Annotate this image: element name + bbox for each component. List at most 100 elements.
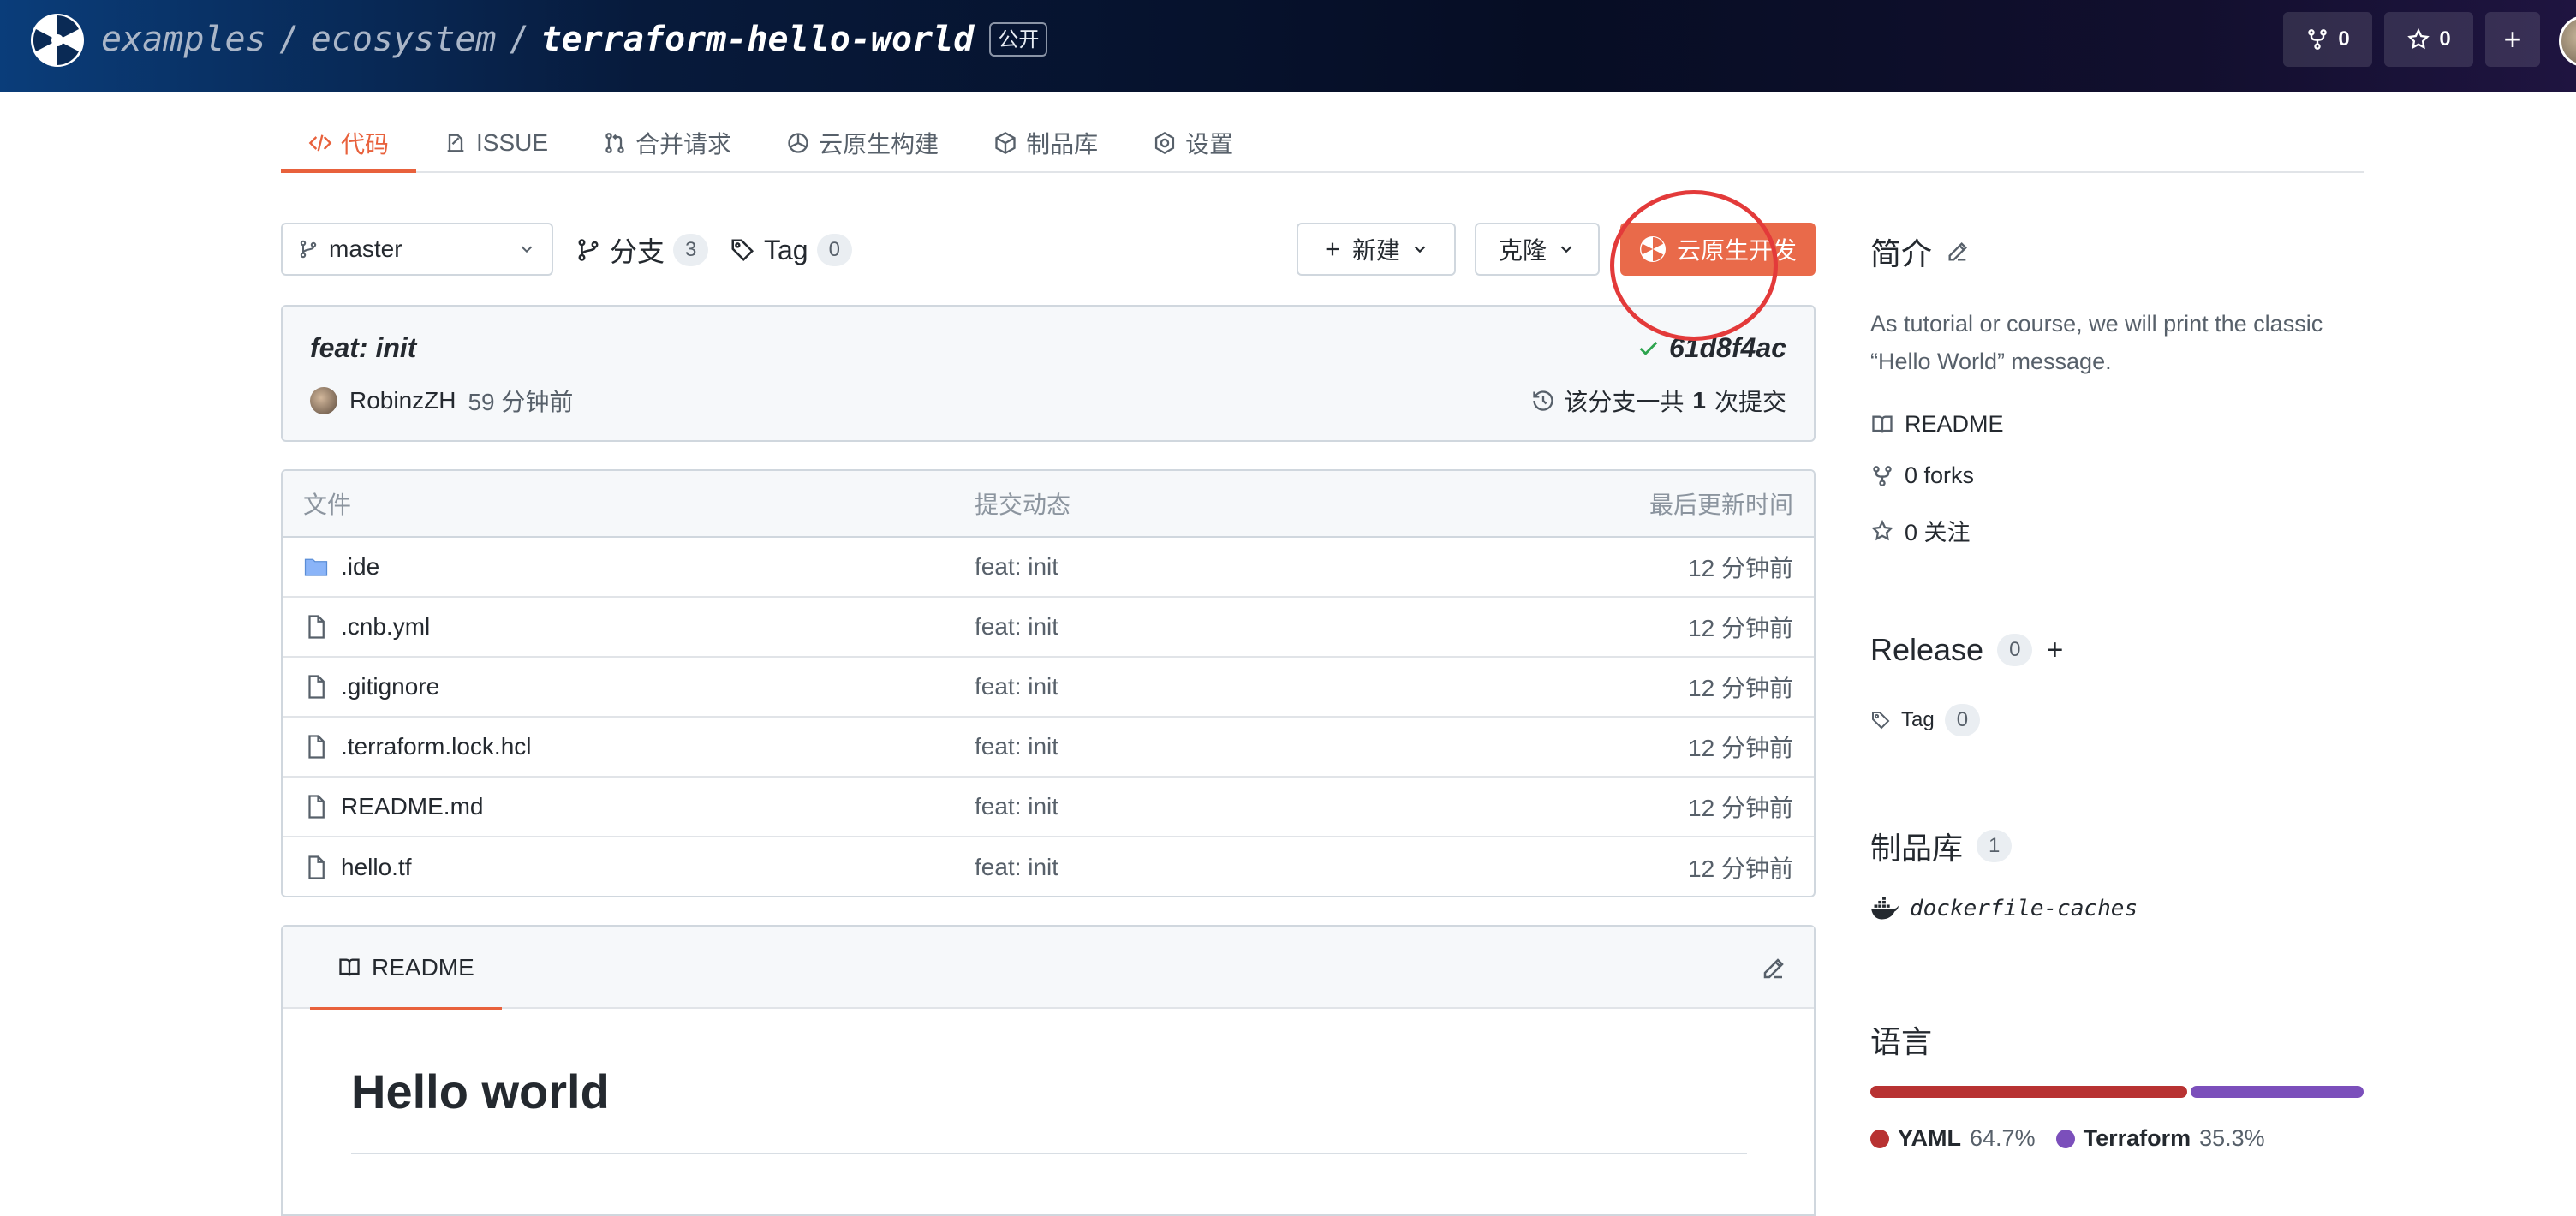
chevron-down-icon [1414, 246, 1426, 253]
file-name-cell[interactable]: .ide [303, 538, 379, 596]
breadcrumb-org[interactable]: examples [101, 20, 266, 59]
star-count: 0 [2439, 27, 2451, 51]
chevron-down-icon [521, 246, 533, 253]
build-icon [788, 133, 808, 153]
sidebar-tags-link[interactable]: Tag 0 [1870, 704, 1981, 736]
file-name: hello.tf [341, 854, 412, 880]
commit-title[interactable]: feat: init [310, 332, 416, 364]
commit-author[interactable]: RobinzZH [349, 387, 456, 414]
forks-link[interactable]: 0 forks [1870, 462, 1974, 489]
packages-title[interactable]: 制品库 [1870, 824, 1963, 868]
file-icon [308, 795, 325, 819]
cnb-logo-icon[interactable] [29, 12, 86, 69]
tab-settings[interactable]: 设置 [1125, 115, 1261, 171]
commit-message[interactable]: feat: init [975, 778, 1058, 836]
book-icon [1872, 415, 1893, 433]
tab-label: ISSUE [476, 129, 549, 156]
edit-icon[interactable] [1946, 240, 1970, 264]
file-name: README.md [341, 793, 484, 820]
commit-message[interactable]: feat: init [975, 837, 1058, 896]
table-header: 文件 提交动态 最后更新时间 [283, 471, 1814, 538]
tags-link[interactable]: Tag 0 [730, 224, 852, 276]
column-header-file: 文件 [303, 492, 352, 518]
sidebar-tag-label: Tag [1901, 708, 1935, 731]
table-row[interactable]: hello.tf feat: init 12 分钟前 [283, 837, 1814, 896]
release-count: 0 [1997, 634, 2033, 666]
release-title[interactable]: Release [1870, 632, 1983, 668]
edit-icon[interactable] [1761, 956, 1786, 981]
language-bar-segment-terraform [2191, 1086, 2364, 1098]
file-icon [308, 735, 325, 759]
file-name-cell[interactable]: README.md [303, 778, 483, 836]
stars-link[interactable]: 0 关注 [1870, 514, 1971, 547]
file-name: .gitignore [341, 673, 440, 700]
file-name-cell[interactable]: .gitignore [303, 658, 439, 716]
breadcrumb-group[interactable]: ecosystem [311, 20, 497, 59]
branch-icon [578, 239, 599, 261]
tab-pull-requests[interactable]: 合并请求 [575, 115, 759, 171]
language-bar-segment-yaml [1870, 1086, 2188, 1098]
table-row[interactable]: .ide feat: init 12 分钟前 [283, 538, 1814, 598]
file-icon [308, 615, 325, 639]
about-title: 简介 [1870, 236, 1933, 271]
branches-link[interactable]: 分支 3 [575, 224, 709, 276]
commit-message[interactable]: feat: init [975, 658, 1058, 716]
tab-code[interactable]: 代码 [281, 115, 417, 173]
fork-button[interactable]: 0 [2283, 12, 2372, 67]
tags-label: Tag [764, 234, 808, 265]
readme-link[interactable]: README [1870, 411, 2004, 438]
top-bar: examples / ecosystem / terraform-hello-w… [0, 0, 2576, 92]
language-item-terraform: Terraform 35.3% [2055, 1125, 2265, 1152]
breadcrumb-separator: / [277, 20, 299, 59]
readme-panel: README Hello world [281, 925, 1816, 1216]
commit-message[interactable]: feat: init [975, 718, 1058, 776]
file-name-cell[interactable]: hello.tf [303, 837, 412, 896]
highlight-annotation [1610, 190, 1778, 341]
pull-request-icon [605, 133, 624, 153]
plus-icon: + [2503, 21, 2522, 57]
user-avatar[interactable] [2559, 15, 2576, 67]
visibility-badge: 公开 [989, 22, 1048, 57]
commit-time: 59 分钟前 [468, 389, 574, 415]
latest-commit: feat: init 61d8f4ac RobinzZH 59 分钟前 该分支一… [281, 305, 1816, 442]
create-button[interactable]: + [2485, 12, 2540, 67]
star-icon [2407, 27, 2430, 50]
table-row[interactable]: .cnb.yml feat: init 12 分钟前 [283, 598, 1814, 658]
table-row[interactable]: .terraform.lock.hcl feat: init 12 分钟前 [283, 718, 1814, 778]
commit-message[interactable]: feat: init [975, 598, 1058, 656]
table-row[interactable]: README.md feat: init 12 分钟前 [283, 778, 1814, 837]
file-name-cell[interactable]: .cnb.yml [303, 598, 430, 656]
star-icon [1871, 519, 1893, 540]
file-name: .terraform.lock.hcl [341, 733, 532, 760]
tags-count: 0 [816, 234, 852, 266]
author-avatar[interactable] [310, 387, 337, 414]
commit-count-prefix: 该分支一共 [1564, 389, 1685, 415]
commit-count: 1 [1692, 387, 1706, 414]
commit-history-link[interactable]: 该分支一共 1 次提交 [1531, 384, 1786, 418]
tab-issue[interactable]: ISSUE [416, 115, 575, 171]
tab-build[interactable]: 云原生构建 [759, 115, 966, 171]
branch-name: master [329, 235, 402, 262]
language-item-yaml: YAML 64.7% [1870, 1125, 2036, 1152]
new-button[interactable]: 新建 [1297, 223, 1456, 276]
packages-count: 1 [1977, 830, 2012, 862]
stars-label: 0 关注 [1905, 520, 1971, 545]
breadcrumb-repo[interactable]: terraform-hello-world [541, 20, 975, 59]
tab-packages[interactable]: 制品库 [966, 115, 1125, 171]
commit-author-info: RobinzZH 59 分钟前 [310, 384, 573, 418]
column-header-commit: 提交动态 [975, 492, 1071, 518]
readme-tab[interactable]: README [310, 927, 502, 1010]
file-name-cell[interactable]: .terraform.lock.hcl [303, 718, 532, 776]
updated-time: 12 分钟前 [1688, 615, 1793, 641]
language-bar [1870, 1086, 2364, 1098]
updated-time: 12 分钟前 [1688, 555, 1793, 581]
history-icon [1533, 390, 1554, 411]
branch-select[interactable]: master [281, 223, 553, 276]
package-item[interactable]: dockerfile-caches [1870, 896, 2138, 921]
table-row[interactable]: .gitignore feat: init 12 分钟前 [283, 658, 1814, 718]
add-release-button[interactable]: + [2046, 634, 2063, 667]
star-button[interactable]: 0 [2384, 12, 2473, 67]
release-heading: Release 0 + [1870, 632, 2063, 668]
commit-message[interactable]: feat: init [975, 538, 1058, 596]
clone-button[interactable]: 克隆 [1475, 223, 1600, 276]
